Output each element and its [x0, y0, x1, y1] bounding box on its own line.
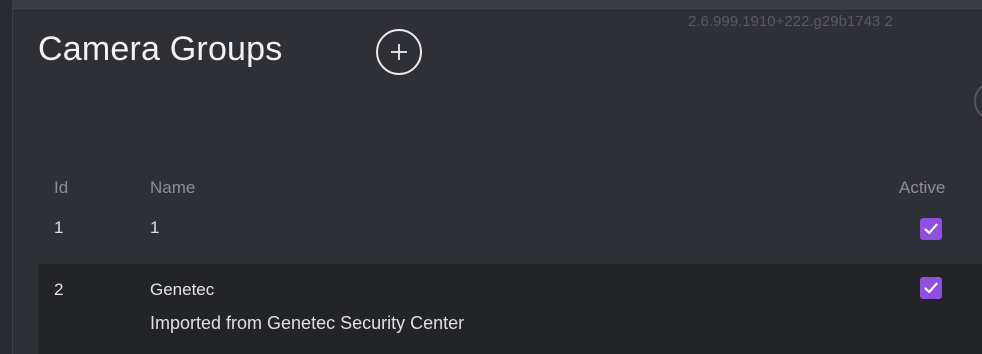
camera-groups-page: Camera Groups 2.6.999.1910+222.g29b1743 … [0, 0, 982, 354]
row-name: 1 [150, 218, 160, 237]
top-border [0, 0, 982, 11]
column-header-id[interactable]: Id [54, 178, 68, 198]
plus-icon [390, 43, 408, 61]
active-checkbox[interactable] [920, 218, 942, 240]
left-panel-edge [0, 0, 13, 354]
version-label: 2.6.999.1910+222.g29b1743 2 [688, 13, 893, 30]
row-description: Imported from Genetec Security Center [150, 313, 465, 333]
active-checkbox[interactable] [920, 277, 942, 299]
table-row[interactable]: 1 1 [38, 212, 982, 264]
row-name: Genetec [150, 280, 215, 299]
row-id: 2 [54, 280, 64, 299]
table-header-row: Id Name Active [38, 168, 982, 212]
checkmark-icon [924, 282, 938, 294]
column-header-name[interactable]: Name [150, 178, 195, 198]
row-id: 1 [54, 218, 64, 237]
column-header-active[interactable]: Active [899, 178, 945, 198]
page-title: Camera Groups [38, 30, 283, 68]
circle-icon[interactable] [974, 81, 982, 121]
table-row[interactable]: 2 Genetec Imported from Genetec Security… [38, 264, 982, 354]
add-camera-group-button[interactable] [376, 29, 422, 75]
checkmark-icon [924, 223, 938, 235]
camera-groups-table: Id Name Active 1 1 2 Genetec Imported fr… [38, 168, 982, 354]
